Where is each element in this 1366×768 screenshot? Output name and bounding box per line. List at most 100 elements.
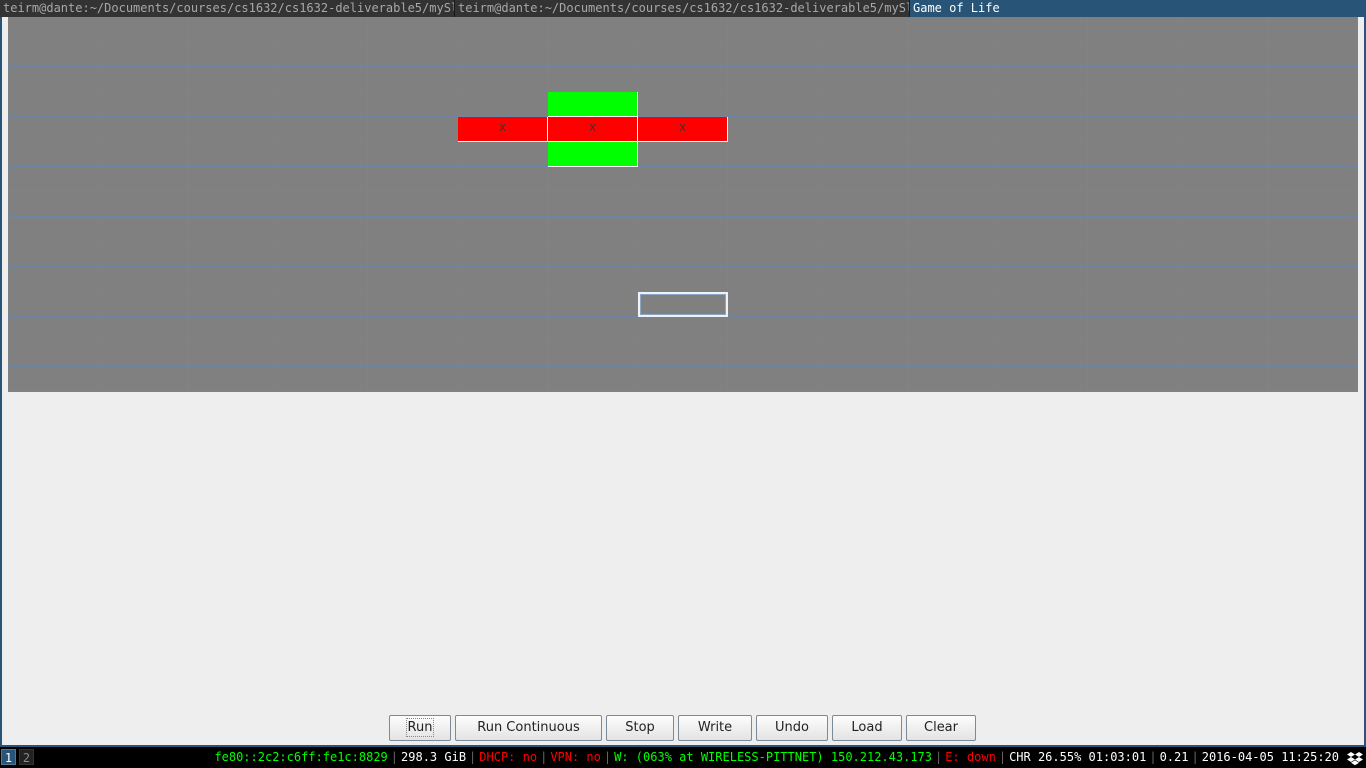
dead-cell[interactable] (98, 167, 188, 192)
dead-cell[interactable] (98, 67, 188, 92)
dead-cell[interactable] (368, 192, 458, 217)
dead-cell[interactable] (998, 42, 1088, 67)
dead-cell[interactable] (188, 142, 278, 167)
dead-cell[interactable] (1268, 67, 1358, 92)
dead-cell[interactable] (638, 317, 728, 342)
dead-cell[interactable] (458, 142, 548, 167)
dead-cell[interactable] (98, 42, 188, 67)
dead-cell[interactable] (908, 292, 998, 317)
dead-cell[interactable] (908, 117, 998, 142)
dead-cell[interactable] (1178, 17, 1268, 42)
clear-button[interactable]: Clear (906, 715, 976, 741)
dead-cell[interactable] (998, 167, 1088, 192)
dead-cell[interactable] (1088, 42, 1178, 67)
dead-cell[interactable] (278, 342, 368, 367)
alive-cell[interactable]: X (638, 117, 728, 142)
tab-game-of-life[interactable]: Game of Life (910, 0, 1366, 17)
neighbor-cell[interactable] (548, 142, 638, 167)
dead-cell[interactable] (278, 367, 368, 392)
dead-cell[interactable] (188, 67, 278, 92)
dead-cell[interactable] (1268, 342, 1358, 367)
dead-cell[interactable] (1268, 42, 1358, 67)
dead-cell[interactable] (8, 167, 98, 192)
dead-cell[interactable] (188, 267, 278, 292)
dead-cell[interactable] (638, 342, 728, 367)
load-button[interactable]: Load (832, 715, 902, 741)
dead-cell[interactable] (458, 342, 548, 367)
dead-cell[interactable] (998, 267, 1088, 292)
dead-cell[interactable] (278, 192, 368, 217)
dead-cell[interactable] (1088, 167, 1178, 192)
dead-cell[interactable] (638, 242, 728, 267)
dead-cell[interactable] (1088, 142, 1178, 167)
dead-cell[interactable] (188, 17, 278, 42)
dead-cell[interactable] (188, 342, 278, 367)
dead-cell[interactable] (1178, 342, 1268, 367)
dead-cell[interactable] (458, 292, 548, 317)
dead-cell[interactable] (8, 192, 98, 217)
dead-cell[interactable] (368, 292, 458, 317)
dead-cell[interactable] (1088, 92, 1178, 117)
dead-cell[interactable] (548, 67, 638, 92)
dead-cell[interactable] (98, 367, 188, 392)
dead-cell[interactable] (458, 67, 548, 92)
dead-cell[interactable] (188, 367, 278, 392)
dead-cell[interactable] (1088, 67, 1178, 92)
dead-cell[interactable] (728, 267, 818, 292)
dead-cell[interactable] (8, 267, 98, 292)
dead-cell[interactable] (1268, 167, 1358, 192)
dead-cell[interactable] (458, 167, 548, 192)
dead-cell[interactable] (728, 367, 818, 392)
dead-cell[interactable] (1268, 267, 1358, 292)
dead-cell[interactable] (1088, 117, 1178, 142)
dead-cell[interactable] (368, 42, 458, 67)
dead-cell[interactable] (278, 217, 368, 242)
dead-cell[interactable] (1178, 92, 1268, 117)
dead-cell[interactable] (278, 92, 368, 117)
dead-cell[interactable] (818, 217, 908, 242)
dead-cell[interactable] (1178, 267, 1268, 292)
dead-cell[interactable] (98, 192, 188, 217)
dead-cell[interactable] (818, 167, 908, 192)
dead-cell[interactable] (458, 317, 548, 342)
dead-cell[interactable] (1088, 242, 1178, 267)
dead-cell[interactable] (548, 342, 638, 367)
dead-cell[interactable] (278, 292, 368, 317)
dead-cell[interactable] (1088, 367, 1178, 392)
dead-cell[interactable] (728, 242, 818, 267)
dead-cell[interactable] (458, 17, 548, 42)
dead-cell[interactable] (908, 267, 998, 292)
dead-cell[interactable] (908, 242, 998, 267)
dead-cell[interactable] (188, 167, 278, 192)
dropbox-icon[interactable] (1347, 750, 1363, 766)
dead-cell[interactable] (728, 317, 818, 342)
dead-cell[interactable] (278, 167, 368, 192)
dead-cell[interactable] (188, 292, 278, 317)
dead-cell[interactable] (728, 117, 818, 142)
dead-cell[interactable] (728, 17, 818, 42)
dead-cell[interactable] (98, 292, 188, 317)
dead-cell[interactable] (368, 267, 458, 292)
dead-cell[interactable] (548, 367, 638, 392)
dead-cell[interactable] (818, 117, 908, 142)
dead-cell[interactable] (638, 67, 728, 92)
dead-cell[interactable] (818, 42, 908, 67)
run-button[interactable]: Run (389, 715, 451, 741)
dead-cell[interactable] (8, 242, 98, 267)
dead-cell[interactable] (818, 342, 908, 367)
dead-cell[interactable] (638, 267, 728, 292)
dead-cell[interactable] (188, 117, 278, 142)
dead-cell[interactable] (368, 242, 458, 267)
dead-cell[interactable] (8, 342, 98, 367)
workspace-button-1[interactable]: 1 (1, 749, 16, 765)
dead-cell[interactable] (998, 292, 1088, 317)
dead-cell[interactable] (188, 192, 278, 217)
dead-cell[interactable] (98, 117, 188, 142)
dead-cell[interactable] (998, 117, 1088, 142)
dead-cell[interactable] (1268, 117, 1358, 142)
dead-cell[interactable] (1088, 192, 1178, 217)
dead-cell[interactable] (8, 92, 98, 117)
focused-cell[interactable] (638, 292, 728, 317)
alive-cell[interactable]: X (548, 117, 638, 142)
dead-cell[interactable] (98, 217, 188, 242)
